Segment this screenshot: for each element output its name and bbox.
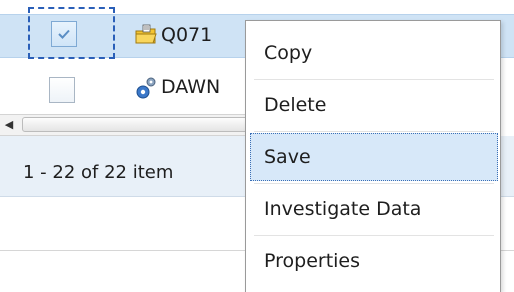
menu-item-copy[interactable]: Copy <box>250 29 498 77</box>
pager-status: 1 - 22 of 22 item <box>23 162 174 183</box>
checkmark-icon <box>58 29 70 39</box>
folder-edit-icon <box>134 23 158 47</box>
menu-separator <box>254 131 494 132</box>
horizontal-scrollbar[interactable]: ◀ <box>0 114 270 136</box>
scroll-left-icon[interactable]: ◀ <box>2 117 16 133</box>
checkbox-cell[interactable] <box>28 7 115 59</box>
row-name[interactable]: Q071 <box>161 24 212 46</box>
menu-separator <box>254 79 494 80</box>
menu-item-delete[interactable]: Delete <box>250 81 498 129</box>
menu-separator <box>254 183 494 184</box>
menu-item-save[interactable]: Save <box>250 133 498 181</box>
context-menu: Copy Delete Save Investigate Data Proper… <box>245 20 501 292</box>
row-checkbox[interactable] <box>51 21 77 47</box>
row-checkbox[interactable] <box>49 77 75 103</box>
row-name[interactable]: DAWN <box>161 76 220 98</box>
menu-separator <box>254 235 494 236</box>
checkbox-cell[interactable] <box>28 68 115 120</box>
gear-settings-icon <box>134 76 158 100</box>
scrollbar-thumb[interactable] <box>22 117 270 132</box>
menu-item-properties[interactable]: Properties <box>250 237 498 285</box>
menu-item-investigate-data[interactable]: Investigate Data <box>250 185 498 233</box>
